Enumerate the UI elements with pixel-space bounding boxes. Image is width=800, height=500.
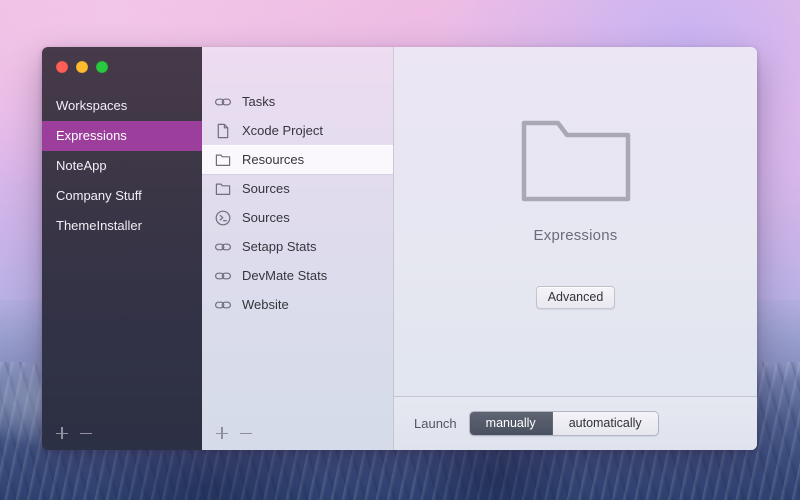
- list-item-xcode-project[interactable]: Xcode Project: [202, 116, 393, 145]
- document-icon: [214, 122, 232, 140]
- list-item-label: Tasks: [242, 94, 275, 109]
- close-button[interactable]: [56, 61, 68, 73]
- launch-settings-bar: Launch manually automatically: [394, 396, 757, 450]
- launch-mode-automatically[interactable]: automatically: [553, 412, 658, 435]
- sidebar-item-company-stuff[interactable]: Company Stuff: [42, 181, 202, 211]
- list-item-sources-script[interactable]: Sources: [202, 203, 393, 232]
- list-item-devmate-stats[interactable]: DevMate Stats: [202, 261, 393, 290]
- sidebar-item-label: Expressions: [56, 128, 127, 143]
- terminal-icon: [214, 209, 232, 227]
- list-item-label: Sources: [242, 181, 290, 196]
- launch-mode-manually[interactable]: manually: [470, 412, 553, 435]
- list-item-label: Sources: [242, 210, 290, 225]
- link-icon: [214, 238, 232, 256]
- remove-item-button[interactable]: [236, 423, 256, 443]
- list-item-resources[interactable]: Resources: [202, 145, 393, 174]
- zoom-button[interactable]: [96, 61, 108, 73]
- sidebar-item-noteapp[interactable]: NoteApp: [42, 151, 202, 181]
- launch-mode-segmented-control[interactable]: manually automatically: [469, 411, 659, 436]
- add-workspace-button[interactable]: [52, 423, 72, 443]
- list-item-label: DevMate Stats: [242, 268, 327, 283]
- sidebar-item-label: ThemeInstaller: [56, 218, 142, 233]
- detail-pane: Expressions Advanced Launch manually aut…: [394, 47, 757, 450]
- folder-icon: [214, 180, 232, 198]
- page-title: Expressions: [534, 227, 618, 244]
- list-item-tasks[interactable]: Tasks: [202, 87, 393, 116]
- list-item-website[interactable]: Website: [202, 290, 393, 319]
- link-icon: [214, 267, 232, 285]
- link-icon: [214, 296, 232, 314]
- advanced-button[interactable]: Advanced: [536, 286, 616, 309]
- app-window: Workspaces Expressions NoteApp Company S…: [42, 47, 757, 450]
- workspace-list: Workspaces Expressions NoteApp Company S…: [42, 91, 202, 241]
- link-icon: [214, 93, 232, 111]
- list-item-label: Xcode Project: [242, 123, 323, 138]
- list-item-label: Website: [242, 297, 289, 312]
- window-controls: [42, 47, 202, 83]
- advanced-section: Advanced: [536, 286, 616, 309]
- sidebar-toolbar: [42, 416, 202, 450]
- folder-icon: [214, 151, 232, 169]
- add-item-button[interactable]: [212, 423, 232, 443]
- items-list: Tasks Xcode Project Resources: [202, 47, 393, 319]
- minimize-button[interactable]: [76, 61, 88, 73]
- sidebar-item-themeinstaller[interactable]: ThemeInstaller: [42, 211, 202, 241]
- workspaces-sidebar: Workspaces Expressions NoteApp Company S…: [42, 47, 202, 450]
- sidebar-item-workspaces[interactable]: Workspaces: [42, 91, 202, 121]
- sidebar-item-label: Company Stuff: [56, 188, 142, 203]
- remove-workspace-button[interactable]: [76, 423, 96, 443]
- list-item-sources-folder[interactable]: Sources: [202, 174, 393, 203]
- sidebar-item-expressions[interactable]: Expressions: [42, 121, 202, 151]
- sidebar-item-label: NoteApp: [56, 158, 107, 173]
- sidebar-item-label: Workspaces: [56, 98, 127, 113]
- list-item-label: Resources: [242, 152, 304, 167]
- folder-icon: [520, 117, 632, 205]
- launch-label: Launch: [414, 416, 457, 431]
- detail-body: Expressions Advanced: [394, 47, 757, 396]
- items-column: Tasks Xcode Project Resources: [202, 47, 394, 450]
- items-toolbar: [202, 416, 393, 450]
- list-item-label: Setapp Stats: [242, 239, 316, 254]
- list-item-setapp-stats[interactable]: Setapp Stats: [202, 232, 393, 261]
